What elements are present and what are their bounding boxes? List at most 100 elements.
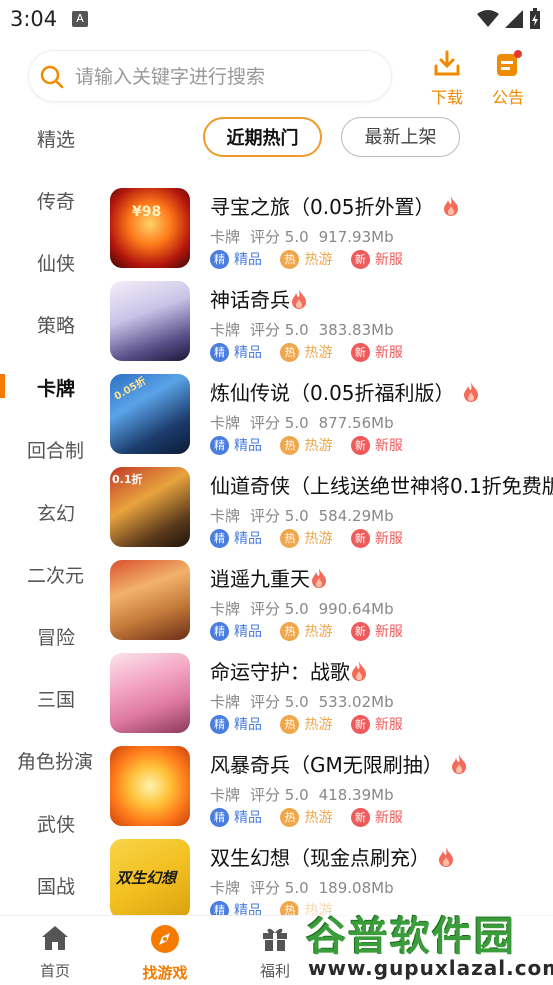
tag-jingpin: 精精品 <box>210 435 262 455</box>
game-category: 卡牌 <box>210 414 241 432</box>
filter-newest[interactable]: 最新上架 <box>341 117 460 157</box>
tag-jingpin: 精精品 <box>210 249 262 269</box>
system-icons <box>477 8 541 30</box>
tag-jingpin: 精精品 <box>210 342 262 362</box>
game-category: 卡牌 <box>210 228 241 246</box>
game-title: 命运守护：战歌 <box>210 656 367 686</box>
game-meta: 卡牌 评分 5.0 584.29Mb <box>210 505 404 526</box>
tag-reyou: 热热游 <box>280 342 332 362</box>
game-size: 990.64Mb <box>318 600 394 618</box>
notice-label: 公告 <box>491 88 524 107</box>
game-size: 584.29Mb <box>318 507 394 525</box>
sidebar-item-erciyuan[interactable]: 二次元 <box>0 553 110 593</box>
signal-icon <box>505 10 523 28</box>
tag-xinfu: 新新服 <box>350 435 403 455</box>
game-list-item[interactable]: ¥98 寻宝之旅（0.05折外置） 卡牌 评分 5.0 917.93Mb 精精品 热… <box>110 188 553 276</box>
game-category: 卡牌 <box>210 507 241 525</box>
game-icon: 0.05折 <box>110 374 190 454</box>
hot-fire-icon <box>351 661 367 686</box>
game-rating: 评分 5.0 <box>250 786 309 804</box>
game-icon: 0.1折 <box>110 467 190 547</box>
game-list-item[interactable]: 0.1折 仙道奇侠（上线送绝世神将0.1折免费版 卡牌 评分 5.0 584.29M… <box>110 467 553 555</box>
game-icon <box>110 560 190 640</box>
sidebar-item-xianxia[interactable]: 仙侠 <box>0 241 110 281</box>
sidebar-item-guozhan[interactable]: 国战 <box>0 864 110 904</box>
game-title: 神话奇兵 <box>210 284 307 314</box>
download-icon <box>434 50 460 76</box>
game-icon <box>110 653 190 733</box>
sidebar-item-huihezhi[interactable]: 回合制 <box>0 428 110 468</box>
tag-reyou: 热热游 <box>280 435 332 455</box>
game-icon <box>110 746 190 826</box>
hot-fire-icon <box>311 568 327 593</box>
tag-reyou: 热热游 <box>280 249 332 269</box>
download-label: 下载 <box>430 88 463 107</box>
game-list-item[interactable]: 神话奇兵 卡牌 评分 5.0 383.83Mb 精精品 热热游 新新服 <box>110 281 553 369</box>
game-size: 917.93Mb <box>318 228 394 246</box>
game-tags: 精精品 热热游 新新服 <box>210 528 417 548</box>
status-time: 3:04 <box>10 7 58 31</box>
search-row: 下载 公告 <box>28 50 548 107</box>
tag-reyou: 热热游 <box>280 528 332 548</box>
game-meta: 卡牌 评分 5.0 917.93Mb <box>210 226 404 247</box>
search-input[interactable] <box>73 61 377 93</box>
tag-xinfu: 新新服 <box>350 249 403 269</box>
gift-icon <box>263 928 287 951</box>
game-category: 卡牌 <box>210 321 241 339</box>
game-icon <box>110 281 190 361</box>
sidebar-item-maoxian[interactable]: 冒险 <box>0 615 110 655</box>
game-category: 卡牌 <box>210 600 241 618</box>
sidebar-item-celue[interactable]: 策略 <box>0 303 110 343</box>
game-tags: 精精品 热热游 新新服 <box>210 807 417 827</box>
tag-xinfu: 新新服 <box>350 807 403 827</box>
tag-xinfu: 新新服 <box>350 621 403 641</box>
sidebar-item-chuanqi[interactable]: 传奇 <box>0 179 110 219</box>
hot-fire-icon <box>443 196 459 221</box>
game-category: 卡牌 <box>210 786 241 804</box>
game-list-item[interactable]: 命运守护：战歌 卡牌 评分 5.0 533.02Mb 精精品 热热游 新新服 <box>110 653 553 741</box>
tag-jingpin: 精精品 <box>210 807 262 827</box>
tag-reyou: 热热游 <box>280 714 332 734</box>
filter-recent-hot[interactable]: 近期热门 <box>203 117 322 157</box>
sidebar-item-jiaosebanyan[interactable]: 角色扮演 <box>0 739 110 779</box>
tag-jingpin: 精精品 <box>210 528 262 548</box>
game-meta: 卡牌 评分 5.0 533.02Mb <box>210 691 404 712</box>
game-list-item[interactable]: 0.05折 炼仙传说（0.05折福利版） 卡牌 评分 5.0 877.56Mb 精精… <box>110 374 553 462</box>
sidebar-item-jingxuan[interactable]: 精选 <box>0 117 110 157</box>
sidebar-item-wuxia[interactable]: 武侠 <box>0 802 110 842</box>
game-icon: 双生幻想 <box>110 839 190 919</box>
game-title: 炼仙传说（0.05折福利版） <box>210 377 479 407</box>
watermark-logo: 谷普软件园 www.gupuxlazal.com <box>298 898 553 984</box>
game-title: 风暴奇兵（GM无限刷抽） <box>210 749 467 779</box>
battery-icon <box>530 8 540 29</box>
tag-reyou: 热热游 <box>280 807 332 827</box>
game-title: 仙道奇侠（上线送绝世神将0.1折免费版 <box>210 474 553 498</box>
sidebar-item-kapai[interactable]: 卡牌 <box>0 366 110 406</box>
notice-icon <box>497 50 522 76</box>
game-rating: 评分 5.0 <box>250 321 309 339</box>
game-rating: 评分 5.0 <box>250 228 309 246</box>
tab-find-games[interactable]: 找游戏 <box>110 924 220 983</box>
status-bar: 3:04 A <box>0 0 553 40</box>
game-meta: 卡牌 评分 5.0 990.64Mb <box>210 598 404 619</box>
search-box[interactable] <box>28 50 392 102</box>
sidebar-item-sanguo[interactable]: 三国 <box>0 677 110 717</box>
game-tags: 精精品 热热游 新新服 <box>210 249 417 269</box>
tab-home[interactable]: 首页 <box>0 924 110 981</box>
game-list-item[interactable]: 风暴奇兵（GM无限刷抽） 卡牌 评分 5.0 418.39Mb 精精品 热热游 新新… <box>110 746 553 834</box>
game-size: 533.02Mb <box>318 693 394 711</box>
home-icon <box>42 926 68 950</box>
game-tags: 精精品 热热游 新新服 <box>210 621 417 641</box>
notice-button[interactable]: 公告 <box>484 50 532 108</box>
tag-xinfu: 新新服 <box>350 342 403 362</box>
game-tags: 精精品 热热游 新新服 <box>210 435 417 455</box>
game-list-item[interactable]: 逍遥九重天 卡牌 评分 5.0 990.64Mb 精精品 热热游 新新服 <box>110 560 553 648</box>
tag-jingpin: 精精品 <box>210 714 262 734</box>
download-button[interactable]: 下载 <box>423 50 471 108</box>
game-icon: ¥98 <box>110 188 190 268</box>
compass-icon <box>151 925 179 953</box>
game-tags: 精精品 热热游 新新服 <box>210 342 417 362</box>
category-sidebar: 精选 传奇 仙侠 策略 卡牌 回合制 玄幻 二次元 冒险 三国 角色扮演 武侠 … <box>0 105 110 915</box>
game-meta: 卡牌 评分 5.0 877.56Mb <box>210 412 404 433</box>
sidebar-item-xuanhuan[interactable]: 玄幻 <box>0 491 110 531</box>
